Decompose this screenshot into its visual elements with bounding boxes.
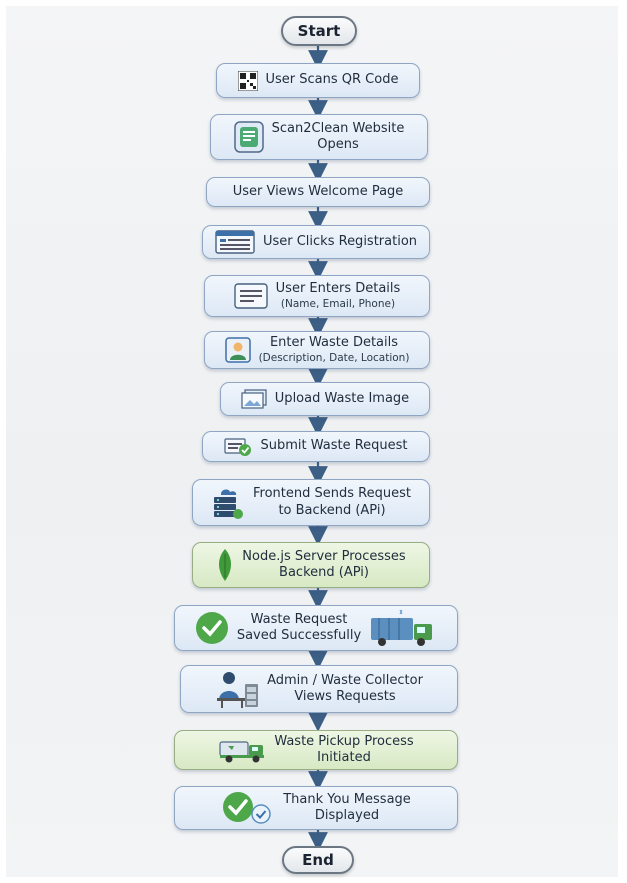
pickup-truck-icon <box>219 741 265 763</box>
website-phone-icon <box>233 121 264 153</box>
success-check-icon <box>195 612 228 644</box>
start-terminal: Start <box>281 16 357 46</box>
step-detail: (Description, Date, Location) <box>258 352 410 365</box>
end-label: End <box>302 851 334 869</box>
step-title: User Clicks Registration <box>262 233 418 249</box>
registration-form-icon <box>215 230 255 254</box>
step-node-server: Node.js Server Processes Backend (APi) <box>192 542 430 588</box>
step-title: Waste Request <box>250 611 348 627</box>
image-upload-icon <box>241 389 267 409</box>
step-title: Upload Waste Image <box>274 390 410 406</box>
step-detail: (Name, Email, Phone) <box>280 298 396 311</box>
step-title: Admin / Waste Collector <box>267 672 423 688</box>
step-title: Waste Pickup Process <box>274 733 414 749</box>
details-form-icon <box>233 283 268 309</box>
qr-code-icon <box>237 70 258 91</box>
step-thank-you: Thank You Message Displayed <box>174 786 458 830</box>
waste-truck-icon <box>371 609 433 646</box>
step-frontend-sends: Frontend Sends Request to Backend (APi) <box>192 479 430 526</box>
end-terminal: End <box>282 846 354 874</box>
start-label: Start <box>297 22 341 40</box>
step-title-line2: Initiated <box>317 750 371 765</box>
thank-you-check-icon <box>223 792 271 824</box>
nodejs-leaf-icon <box>219 549 232 581</box>
step-title-line2: Views Requests <box>294 689 396 704</box>
server-cloud-icon <box>214 489 244 519</box>
step-title-line2: Opens <box>317 137 359 152</box>
step-submit-request: Submit Waste Request <box>202 431 430 462</box>
step-clicks-registration: User Clicks Registration <box>202 225 430 259</box>
step-title: User Views Welcome Page <box>232 183 404 199</box>
step-upload-image: Upload Waste Image <box>220 382 430 416</box>
step-admin-views: Admin / Waste Collector Views Requests <box>180 665 458 713</box>
step-title: Thank You Message <box>283 791 411 807</box>
step-title: User Scans QR Code <box>265 72 399 88</box>
step-title-line2: Saved Successfully <box>236 628 362 643</box>
step-scan-qr: User Scans QR Code <box>216 63 420 98</box>
step-request-saved: Waste Request Saved Successfully <box>174 605 458 651</box>
step-title: User Enters Details <box>275 280 401 296</box>
step-title-line2: Backend (APi) <box>279 565 369 580</box>
user-profile-icon <box>224 337 251 363</box>
step-title: Node.js Server Processes <box>242 548 406 564</box>
submit-check-icon <box>224 437 252 456</box>
step-waste-details: Enter Waste Details (Description, Date, … <box>204 331 430 369</box>
step-pickup-initiated: Waste Pickup Process Initiated <box>174 730 458 770</box>
step-title: Enter Waste Details <box>269 334 399 350</box>
step-title: Frontend Sends Request <box>253 486 411 502</box>
step-welcome-page: User Views Welcome Page <box>206 177 430 207</box>
admin-desk-icon <box>217 672 259 708</box>
step-title: Submit Waste Request <box>260 438 408 454</box>
step-title-line2: to Backend (APi) <box>278 502 386 518</box>
step-enters-details: User Enters Details (Name, Email, Phone) <box>204 275 430 317</box>
step-title-line2: Displayed <box>314 808 380 823</box>
step-title: Scan2Clean Website <box>271 120 405 136</box>
step-website-opens: Scan2Clean Website Opens <box>210 114 428 160</box>
